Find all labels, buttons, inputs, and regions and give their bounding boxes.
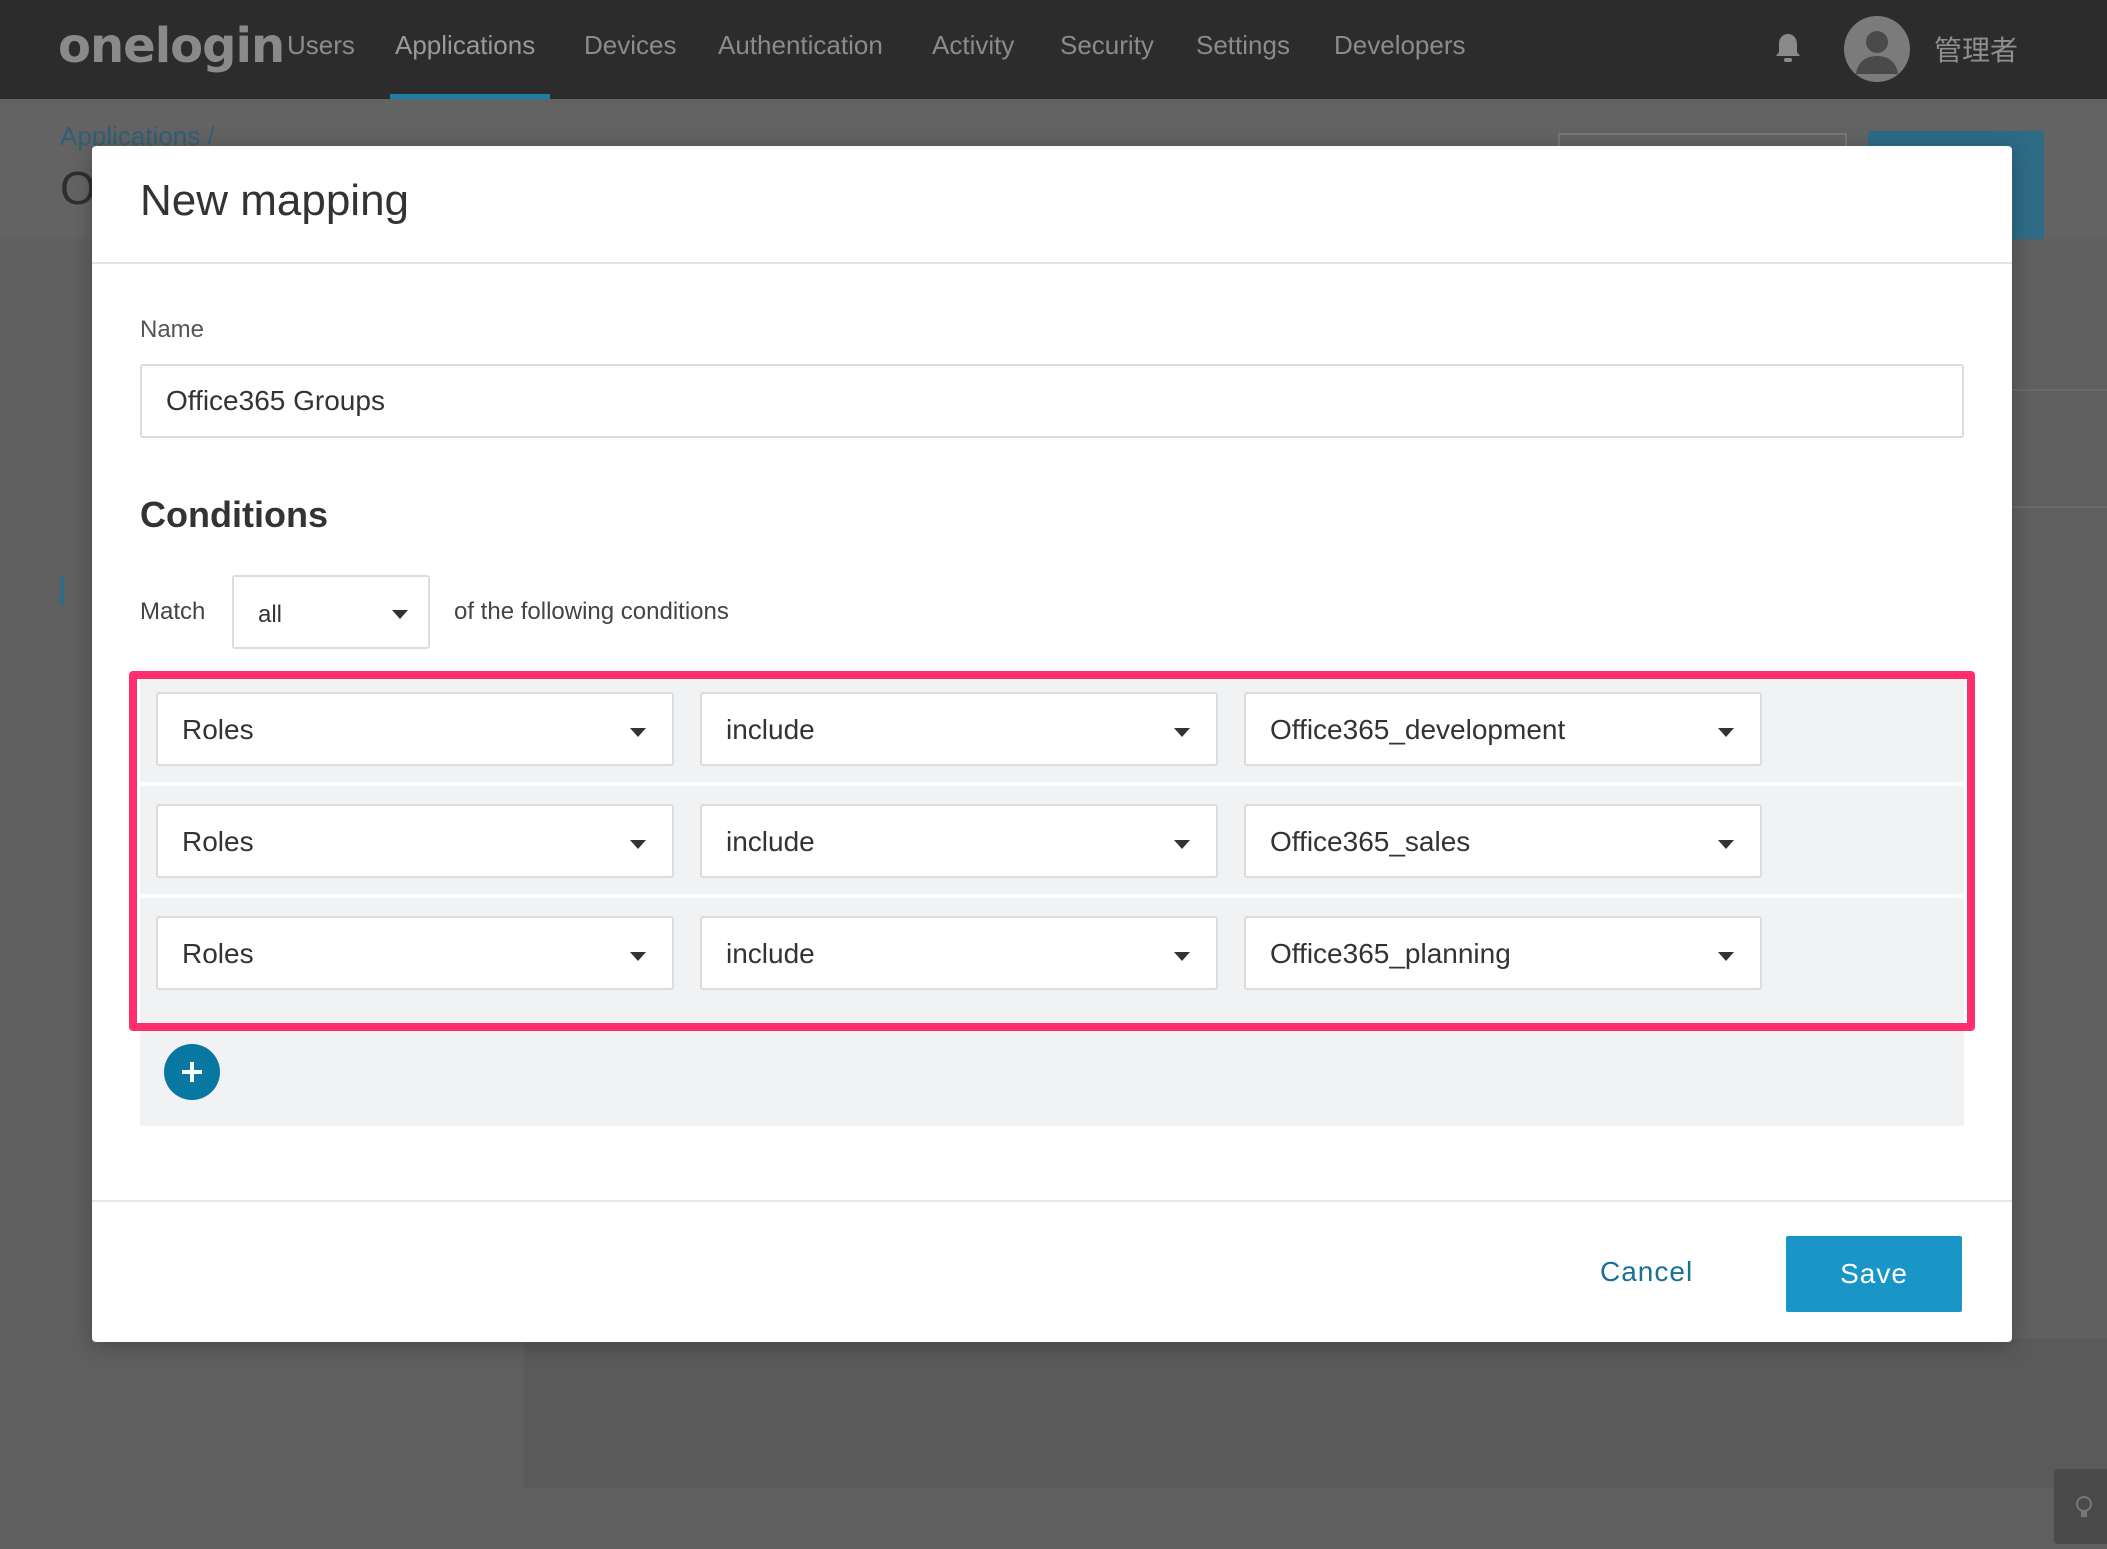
background-outline-button (1558, 133, 1847, 147)
username[interactable]: 管理者 (1934, 29, 2018, 69)
sidebar-active-marker (60, 577, 64, 605)
cancel-button[interactable]: Cancel (1600, 1256, 1693, 1288)
row-divider (140, 894, 1964, 898)
chevron-down-icon (1174, 728, 1190, 737)
condition-operator-select[interactable]: include (700, 692, 1218, 766)
row-divider (140, 782, 1964, 786)
user-icon (1856, 31, 1898, 74)
chevron-down-icon (392, 610, 408, 619)
condition-value-select[interactable]: Office365_planning (1244, 916, 1762, 990)
nav-item-applications[interactable]: Applications (395, 30, 535, 61)
nav-item-settings[interactable]: Settings (1196, 30, 1290, 61)
condition-field-select[interactable]: Roles (156, 916, 674, 990)
condition-value-value: Office365_planning (1270, 938, 1511, 969)
chevron-down-icon (1174, 952, 1190, 961)
conditions-heading: Conditions (140, 494, 328, 535)
condition-field-select[interactable]: Roles (156, 804, 674, 878)
help-lightbulb-button (2054, 1469, 2107, 1544)
condition-field-value: Roles (182, 826, 254, 857)
condition-field-value: Roles (182, 714, 254, 745)
background-content (524, 1339, 2107, 1488)
nav-item-security[interactable]: Security (1060, 30, 1154, 61)
nav-item-activity[interactable]: Activity (932, 30, 1014, 61)
nav-item-authentication[interactable]: Authentication (718, 30, 883, 61)
condition-operator-select[interactable]: include (700, 916, 1218, 990)
plus-icon-stroke (190, 1062, 194, 1082)
condition-field-value: Roles (182, 938, 254, 969)
chevron-down-icon (1718, 728, 1734, 737)
top-nav: onelogin Users Applications Devices Auth… (0, 0, 2107, 99)
following-conditions-label: of the following conditions (454, 598, 729, 625)
avatar[interactable] (1844, 16, 1910, 82)
condition-row: Roles include Office365_sales (140, 788, 1964, 894)
dialog-title: New mapping (140, 176, 410, 225)
nav-item-devices[interactable]: Devices (584, 30, 676, 61)
onelogin-logo[interactable]: onelogin (58, 18, 285, 74)
condition-value-select[interactable]: Office365_sales (1244, 804, 1762, 878)
name-label: Name (140, 316, 205, 343)
match-select[interactable]: all (232, 575, 430, 649)
condition-operator-value: include (726, 826, 815, 857)
chevron-down-icon (1174, 840, 1190, 849)
nav-item-users[interactable]: Users (287, 30, 355, 61)
chevron-down-icon (1718, 952, 1734, 961)
chevron-down-icon (630, 952, 646, 961)
match-label: Match (140, 598, 206, 625)
condition-value-select[interactable]: Office365_development (1244, 692, 1762, 766)
conditions-list: Roles include Office365_development Role… (140, 676, 1964, 1126)
condition-operator-value: include (726, 938, 815, 969)
condition-value-value: Office365_development (1270, 714, 1566, 745)
lightbulb-icon (2076, 1496, 2092, 1517)
condition-value-value: Office365_sales (1270, 826, 1471, 857)
add-condition-button[interactable] (164, 1044, 220, 1100)
chevron-down-icon (630, 728, 646, 737)
bell-icon[interactable] (1774, 32, 1802, 64)
condition-row: Roles include Office365_development (140, 676, 1964, 782)
condition-operator-value: include (726, 714, 815, 745)
dialog-header: New mapping (92, 146, 2012, 264)
page-title: O (60, 162, 96, 214)
chevron-down-icon (1718, 840, 1734, 849)
save-button[interactable]: Save (1786, 1236, 1962, 1312)
new-mapping-dialog: New mapping Name Conditions Match all of… (92, 146, 2012, 1342)
nav-item-developers[interactable]: Developers (1334, 30, 1466, 61)
condition-field-select[interactable]: Roles (156, 692, 674, 766)
background-panel (2012, 389, 2107, 508)
chevron-down-icon (630, 840, 646, 849)
name-input[interactable] (140, 364, 1964, 438)
match-select-value: all (258, 601, 283, 628)
dialog-footer-divider (92, 1200, 2012, 1202)
condition-operator-select[interactable]: include (700, 804, 1218, 878)
condition-row: Roles include Office365_planning (140, 900, 1964, 1006)
